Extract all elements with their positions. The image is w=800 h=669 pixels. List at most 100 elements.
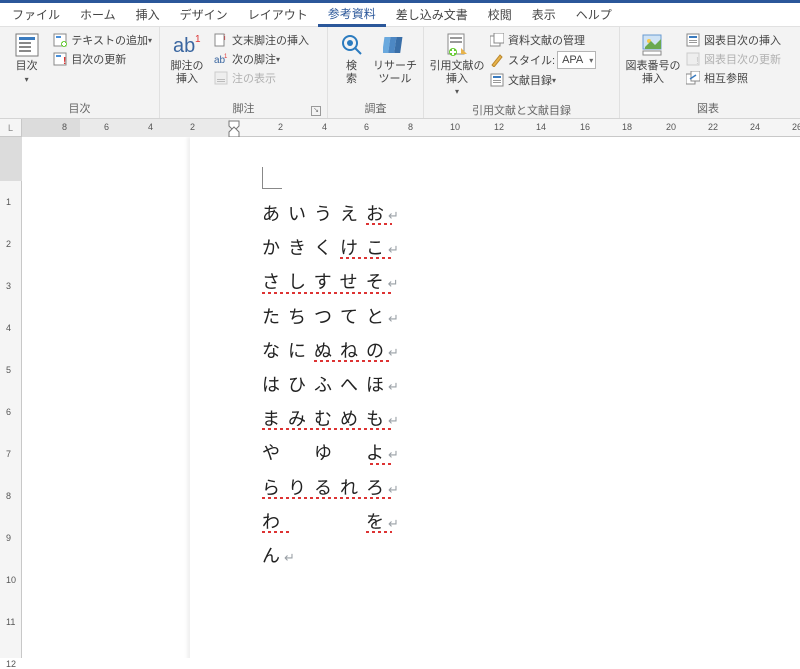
insert-caption-button[interactable]: 図表番号の 挿入 [624,29,682,87]
text-line[interactable]: さしすせそ↵ [262,265,399,299]
spelling-squiggle [314,360,392,362]
insert-tof-label: 図表目次の挿入 [704,32,781,48]
update-tof-button: ! 図表目次の更新 [682,50,784,68]
group-research: 検 索 リサーチ ツール 調査 [328,27,424,118]
insert-footnote-button[interactable]: ab1 脚注の 挿入 [164,29,210,87]
add-text-icon [52,32,68,48]
h-tick: 8 [408,122,413,132]
workspace: L 86422468101214161820222426 12345678910… [0,119,800,658]
text-line[interactable]: まみむめも↵ [262,402,399,436]
menu-表示[interactable]: 表示 [522,3,566,26]
search-icon [338,31,366,59]
cursor-column-marker [262,167,282,189]
menu-挿入[interactable]: 挿入 [126,3,170,26]
menu-校閲[interactable]: 校閲 [478,3,522,26]
indent-marker[interactable] [228,120,238,136]
menu-参考資料[interactable]: 参考資料 [318,2,386,27]
line-text: らりるれろ [262,478,392,498]
group-captions: 図表番号の 挿入 図表目次の挿入 ! 図表目次の更新 相互参照 図表 [620,27,796,118]
update-toc-icon: ! [52,51,68,67]
researcher-icon [381,31,409,59]
h-tick: 26 [792,122,800,132]
spelling-squiggle [262,292,392,294]
h-tick: 16 [580,122,590,132]
paragraph-mark-icon: ↵ [388,482,399,497]
endnote-icon: i [213,32,229,48]
h-tick: 6 [364,122,369,132]
citation-style-button[interactable]: スタイル: APA▾ [486,50,599,70]
h-tick: 6 [104,122,109,132]
paragraph-mark-icon: ↵ [388,276,399,291]
v-tick: 2 [6,239,11,249]
style-icon [489,52,505,68]
ruler-corner[interactable]: L [0,119,22,137]
h-tick: 20 [666,122,676,132]
h-tick: 2 [190,122,195,132]
insert-endnote-button[interactable]: i 文末脚注の挿入 [210,31,312,49]
menu-デザイン[interactable]: デザイン [170,3,238,26]
v-tick: 1 [6,197,11,207]
endnote-label: 文末脚注の挿入 [232,32,309,48]
document-canvas[interactable]: あいうえお↵かきくけこ↵さしすせそ↵たちつてと↵なにぬねの↵はひふへほ↵まみむめ… [22,137,800,658]
v-tick: 12 [6,659,16,669]
group-citations-label: 引用文献と文献目録 [428,100,615,120]
line-text: たちつてと [262,307,392,327]
footnote-icon: ab1 [173,31,201,59]
insert-tof-button[interactable]: 図表目次の挿入 [682,31,784,49]
v-tick: 6 [6,407,11,417]
insert-tof-icon [685,32,701,48]
paragraph-mark-icon: ↵ [388,379,399,394]
text-line[interactable]: かきくけこ↵ [262,231,399,265]
group-toc: 目次▾ テキストの追加 ▾ ! 目次の更新 目次 [0,27,160,118]
bibliography-label: 文献目録 [508,72,552,88]
group-toc-label: 目次 [4,98,155,118]
h-tick: 10 [450,122,460,132]
update-tof-icon: ! [685,51,701,67]
add-text-button[interactable]: テキストの追加 ▾ [49,31,155,49]
horizontal-ruler[interactable]: 86422468101214161820222426 [22,119,800,137]
text-line[interactable]: ん↵ [262,539,399,573]
paragraph-mark-icon: ↵ [388,345,399,360]
menu-bar: ファイルホーム挿入デザインレイアウト参考資料差し込み文書校閲表示ヘルプ [0,3,800,27]
ribbon: 目次▾ テキストの追加 ▾ ! 目次の更新 目次 ab1 脚注の 挿入 [0,27,800,119]
menu-ヘルプ[interactable]: ヘルプ [566,3,622,26]
show-notes-label: 注の表示 [232,70,276,86]
crossref-label: 相互参照 [704,70,748,86]
text-line[interactable]: なにぬねの↵ [262,334,399,368]
toc-button[interactable]: 目次▾ [4,29,49,87]
footnotes-dialog-launcher[interactable]: ↘ [311,106,321,116]
caption-icon [639,31,667,59]
style-select[interactable]: APA▾ [557,51,596,69]
menu-ファイル[interactable]: ファイル [2,3,70,26]
search-button[interactable]: 検 索 [332,29,371,87]
svg-text:ab: ab [173,35,195,57]
update-toc-button[interactable]: ! 目次の更新 [49,50,155,68]
menu-ホーム[interactable]: ホーム [70,3,126,26]
document-text[interactable]: あいうえお↵かきくけこ↵さしすせそ↵たちつてと↵なにぬねの↵はひふへほ↵まみむめ… [262,197,399,573]
crossref-button[interactable]: 相互参照 [682,69,784,87]
chevron-down-icon: ▾ [589,56,593,65]
v-tick: 8 [6,491,11,501]
researcher-button[interactable]: リサーチ ツール [371,29,419,87]
style-label: スタイル: [508,52,555,68]
v-tick: 10 [6,575,16,585]
spelling-squiggle [370,463,392,465]
v-tick: 11 [6,617,15,627]
text-line[interactable]: らりるれろ↵ [262,471,399,505]
insert-citation-button[interactable]: 引用文献の 挿入▾ [428,29,486,100]
text-line[interactable]: や ゆ よ↵ [262,436,399,470]
vertical-ruler[interactable]: 123456789101112 [0,137,22,658]
menu-差し込み文書[interactable]: 差し込み文書 [386,3,478,26]
dropdown-icon: ▾ [148,36,152,45]
line-text: わ を [262,512,392,532]
next-footnote-button[interactable]: ab1 次の脚注 ▾ [210,50,312,68]
text-line[interactable]: はひふへほ↵ [262,368,399,402]
bibliography-button[interactable]: 文献目録 ▾ [486,71,599,89]
menu-レイアウト[interactable]: レイアウト [238,3,318,26]
h-tick: 14 [536,122,546,132]
v-tick: 3 [6,281,11,291]
text-line[interactable]: わ を↵ [262,505,399,539]
text-line[interactable]: たちつてと↵ [262,300,399,334]
text-line[interactable]: あいうえお↵ [262,197,399,231]
manage-sources-button[interactable]: 資料文献の管理 [486,31,599,49]
